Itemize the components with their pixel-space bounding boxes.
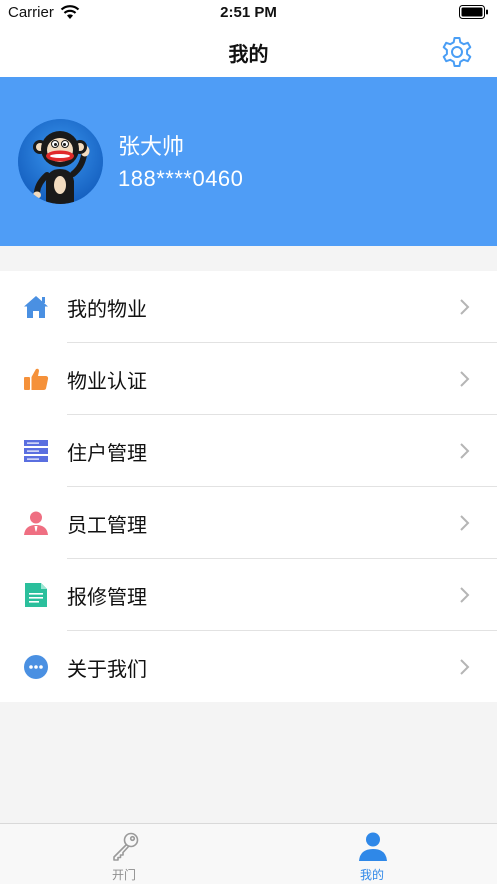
page-title: 我的 [228, 42, 269, 66]
chevron-right-icon [460, 515, 470, 531]
menu-item-label: 住户管理 [67, 441, 147, 465]
gear-icon[interactable] [440, 35, 474, 69]
chevron-right-icon [460, 443, 470, 459]
tab-open-door[interactable]: 开门 [0, 824, 248, 884]
avatar[interactable] [18, 119, 103, 204]
user-name: 张大帅 [118, 135, 185, 160]
chevron-right-icon [460, 587, 470, 603]
person-icon [24, 511, 48, 535]
menu-list: 我的物业 物业认证 住户管理 员工管理 报修管理 关于我们 [0, 271, 497, 702]
monkey-avatar-icon [18, 119, 103, 204]
chevron-right-icon [460, 299, 470, 315]
tab-bar: 开门 我的 [0, 823, 497, 884]
menu-item-label: 员工管理 [67, 513, 147, 537]
tab-mine[interactable]: 我的 [248, 824, 496, 884]
navigation-bar: 我的 [0, 26, 497, 77]
tab-label: 开门 [111, 868, 136, 882]
menu-item-label: 关于我们 [67, 657, 147, 681]
menu-item-label: 报修管理 [67, 585, 147, 609]
battery-icon [459, 5, 488, 19]
status-time: 2:51 PM [220, 4, 277, 21]
menu-item-label: 我的物业 [67, 297, 147, 321]
menu-item-about-us[interactable]: 关于我们 [0, 631, 497, 703]
menu-item-staff-management[interactable]: 员工管理 [0, 487, 497, 559]
user-icon [359, 832, 387, 861]
chevron-right-icon [460, 371, 470, 387]
menu-item-property-certification[interactable]: 物业认证 [0, 343, 497, 415]
user-phone: 188****0460 [118, 166, 244, 191]
menu-item-repair-management[interactable]: 报修管理 [0, 559, 497, 631]
menu-item-resident-management[interactable]: 住户管理 [0, 415, 497, 487]
thumbs-up-icon [24, 368, 49, 390]
more-icon [24, 655, 48, 679]
status-bar: Carrier 2:51 PM [0, 0, 497, 26]
menu-item-label: 物业认证 [67, 369, 147, 393]
profile-header: 张大帅 188****0460 [0, 77, 497, 246]
chevron-right-icon [460, 659, 470, 675]
home-icon [24, 296, 48, 318]
key-icon [113, 832, 139, 861]
tab-label: 我的 [359, 868, 384, 882]
list-icon [24, 440, 48, 462]
menu-item-my-property[interactable]: 我的物业 [0, 271, 497, 343]
document-icon [25, 583, 47, 607]
